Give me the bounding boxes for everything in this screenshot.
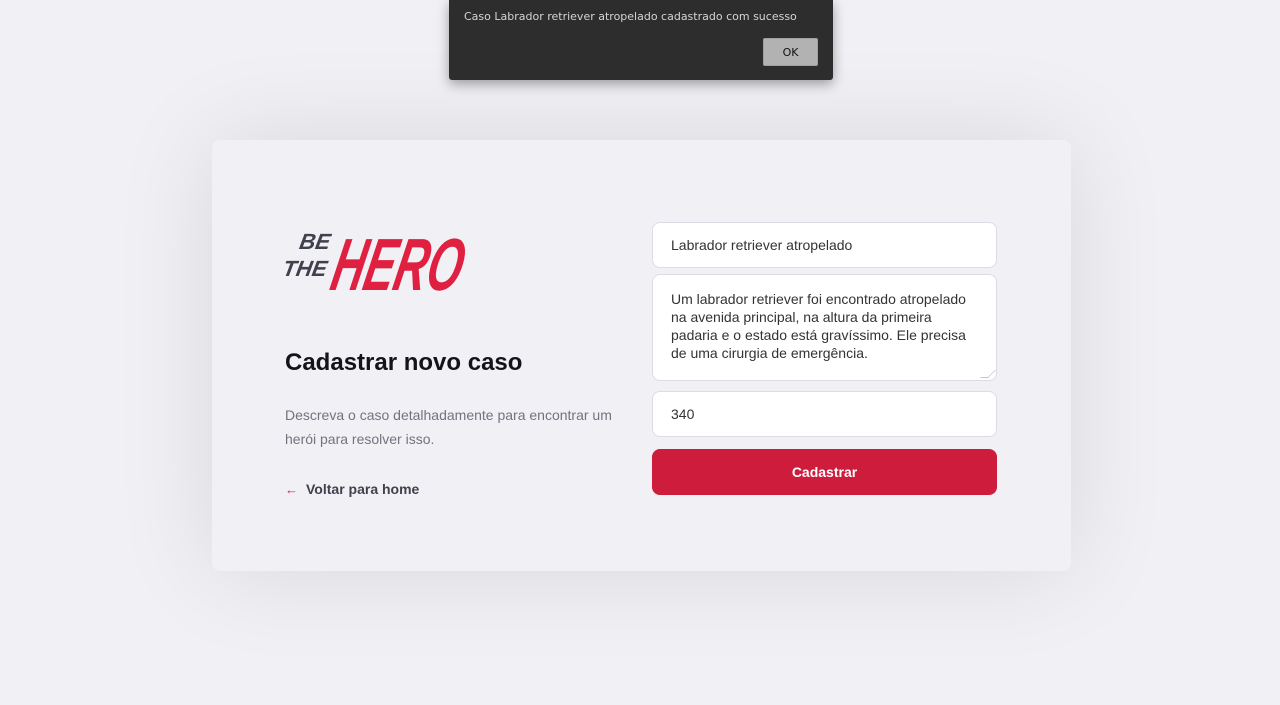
- case-title-value: Labrador retriever atropelado: [671, 237, 853, 253]
- case-description-textarea[interactable]: Um labrador retriever foi encontrado atr…: [652, 274, 997, 381]
- back-to-home-link[interactable]: ← Voltar para home: [285, 481, 419, 497]
- be-the-hero-logo: BE THE HERO: [285, 223, 473, 297]
- back-link-label: Voltar para home: [306, 481, 420, 497]
- case-description-value: Um labrador retriever foi encontrado atr…: [671, 291, 966, 361]
- alert-ok-button[interactable]: OK: [763, 38, 818, 66]
- submit-button[interactable]: Cadastrar: [652, 449, 997, 495]
- case-value-text: 340: [671, 406, 695, 422]
- arrow-left-icon: ←: [285, 481, 298, 497]
- logo-be: BE: [298, 229, 334, 254]
- case-title-input[interactable]: Labrador retriever atropelado: [652, 222, 997, 268]
- logo-hero: HERO: [325, 223, 473, 297]
- resize-handle-icon[interactable]: [980, 370, 996, 378]
- new-case-card: BE THE HERO Cadastrar novo caso Descreva…: [212, 140, 1071, 571]
- alert-message: Caso Labrador retriever atropelado cadas…: [464, 10, 797, 23]
- alert-dialog: Caso Labrador retriever atropelado cadas…: [449, 0, 833, 80]
- page-title: Cadastrar novo caso: [285, 349, 523, 376]
- case-value-input[interactable]: 340: [652, 391, 997, 437]
- logo-the: THE: [285, 256, 330, 281]
- page-description: Descreva o caso detalhadamente para enco…: [285, 407, 612, 447]
